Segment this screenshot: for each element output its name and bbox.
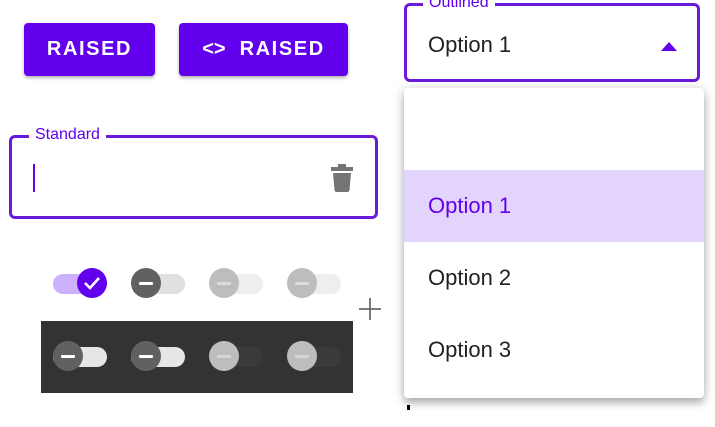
trash-icon[interactable]: [331, 164, 353, 197]
switch-unchecked-dark[interactable]: [53, 341, 107, 371]
minus-icon: [131, 341, 161, 371]
text-cursor: [33, 164, 35, 192]
code-icon: <>: [202, 38, 226, 60]
menu-item-option-2[interactable]: Option 2: [404, 242, 704, 314]
menu-item-empty[interactable]: [404, 98, 704, 170]
minus-icon: [53, 341, 83, 371]
switch-disabled: [287, 268, 341, 298]
switch-disabled: [209, 268, 263, 298]
switch-unchecked-dark[interactable]: [131, 341, 185, 371]
raised-button-label: RAISED: [46, 38, 133, 60]
standard-text-field[interactable]: Standard: [9, 126, 378, 219]
outlined-select[interactable]: Outlined Option 1: [404, 0, 700, 82]
outlined-select-label: Outlined: [423, 0, 495, 12]
minus-icon: [131, 268, 161, 298]
select-menu: Option 1 Option 2 Option 3: [404, 88, 704, 398]
raised-button[interactable]: RAISED: [24, 23, 155, 76]
caret-up-icon[interactable]: [661, 42, 677, 51]
switch-checked[interactable]: [53, 268, 107, 298]
menu-item-label: Option 3: [428, 337, 512, 362]
minus-icon: [209, 268, 239, 298]
switch-disabled-dark: [209, 341, 263, 371]
icon-raised-button-label: RAISED: [239, 38, 325, 60]
switch-unchecked[interactable]: [131, 268, 185, 298]
switch-disabled-dark: [287, 341, 341, 371]
menu-item-option-1[interactable]: Option 1: [404, 170, 704, 242]
menu-item-option-3[interactable]: Option 3: [404, 314, 704, 386]
minus-icon: [209, 341, 239, 371]
menu-item-label: Option 1: [428, 193, 512, 218]
crosshair-cursor-icon: [358, 297, 382, 326]
minus-icon: [287, 268, 317, 298]
edge-mark: [407, 405, 410, 410]
outlined-select-value: Option 1: [428, 32, 512, 57]
icon-raised-button[interactable]: <> RAISED: [179, 23, 348, 76]
check-icon: [77, 268, 107, 298]
menu-item-label: Option 2: [428, 265, 512, 290]
standard-field-label: Standard: [29, 126, 106, 144]
minus-icon: [287, 341, 317, 371]
